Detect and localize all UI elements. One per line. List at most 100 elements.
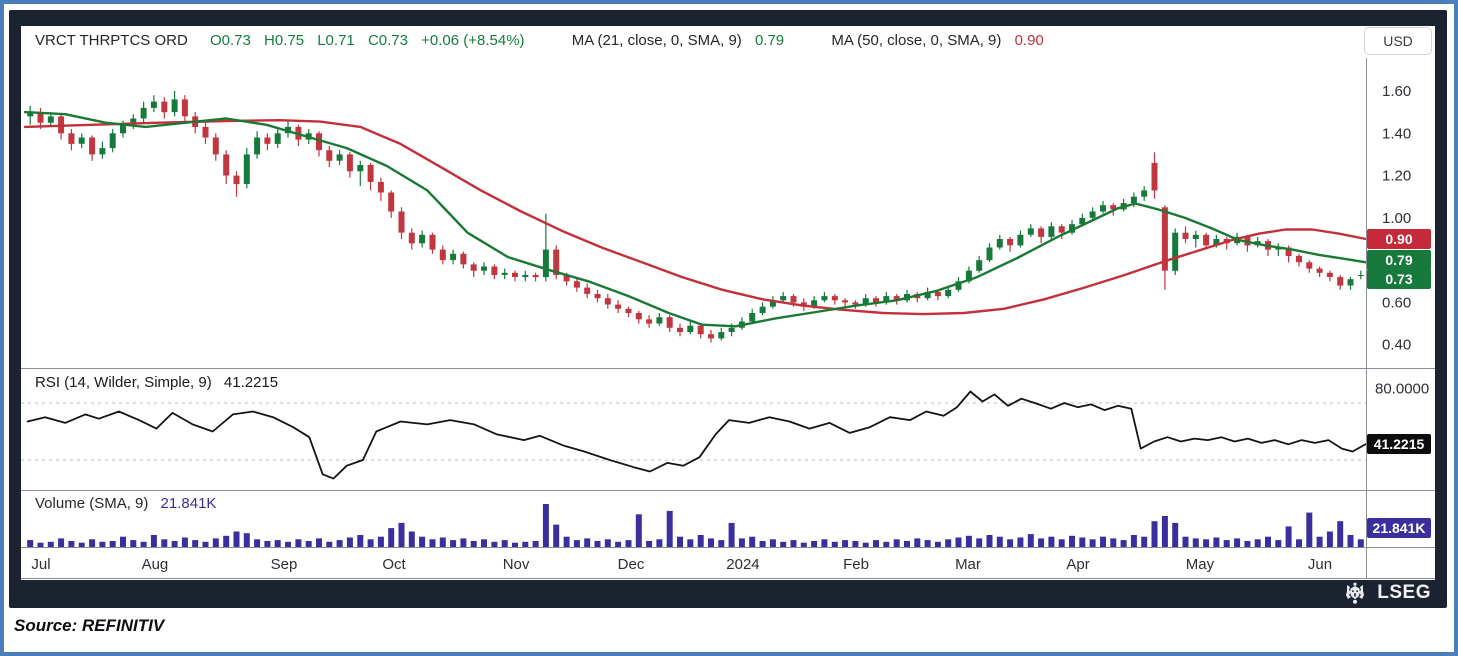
currency-selector-button[interactable]: USD <box>1364 27 1432 55</box>
ma21-legend-value: 0.79 <box>754 32 785 49</box>
volume-bar <box>254 539 261 547</box>
ma50-price-badge: 0.90 <box>1367 229 1431 249</box>
rsi-tick-label: 80.0000 <box>1375 381 1429 398</box>
candle-body <box>212 137 219 155</box>
candle-body <box>501 272 508 275</box>
candle-body <box>264 137 271 144</box>
ma50-legend-label: MA (50, close, 0, SMA, 9) <box>831 32 1002 49</box>
volume-bar <box>852 541 859 547</box>
volume-bar <box>491 541 498 547</box>
ma21-price-badge: 0.79 <box>1367 250 1431 270</box>
candle-body <box>718 332 725 339</box>
volume-bar <box>893 539 900 547</box>
volume-bar <box>924 540 931 547</box>
open-value: O0.73 <box>209 32 251 49</box>
lseg-crest-icon <box>1346 582 1365 604</box>
volume-bar <box>109 541 116 547</box>
volume-bar <box>646 541 653 547</box>
volume-bar <box>1038 538 1045 547</box>
volume-bar <box>1058 539 1065 547</box>
volume-bar <box>759 541 766 547</box>
volume-bar <box>1069 535 1075 547</box>
volume-bar <box>914 538 921 547</box>
volume-bar <box>1182 536 1189 547</box>
candle-body <box>656 317 663 324</box>
candle-body <box>780 296 787 301</box>
volume-bar <box>47 541 54 547</box>
volume-bar <box>357 535 364 547</box>
candle-body <box>728 327 735 332</box>
volume-bar <box>429 539 436 547</box>
volume-bar <box>439 537 446 547</box>
candle-body <box>976 260 983 271</box>
candle-body <box>594 294 601 299</box>
volume-bar <box>522 541 529 547</box>
volume-bar <box>377 536 384 547</box>
lseg-brand: LSEG <box>1341 580 1431 606</box>
change-value: +0.06 (+8.54%) <box>421 32 525 49</box>
volume-bar <box>656 539 663 547</box>
candle-body <box>470 264 477 271</box>
candle-body <box>439 249 446 261</box>
volume-bar <box>346 537 353 547</box>
volume-bar <box>842 540 849 547</box>
close-value: C0.73 <box>367 32 408 49</box>
rsi-line <box>26 390 1367 480</box>
volume-bar <box>604 539 611 547</box>
candle-body <box>1141 190 1148 197</box>
volume-bar <box>790 540 797 547</box>
month-tick-label: Aug <box>142 556 169 573</box>
candle-body <box>1172 232 1179 271</box>
volume-bar <box>934 541 941 547</box>
price-tick-label: 1.60 <box>1382 83 1411 100</box>
price-tick-label: 1.20 <box>1382 168 1411 185</box>
volume-bar <box>1234 538 1241 547</box>
volume-bar <box>573 540 580 547</box>
candle-body <box>1326 272 1333 277</box>
volume-bar <box>594 541 601 547</box>
volume-label: Volume (SMA, 9) <box>35 495 149 512</box>
candle-body <box>1100 205 1106 212</box>
volume-bar <box>904 541 910 547</box>
candle-body <box>99 148 106 155</box>
candle-body <box>532 275 539 278</box>
candle-body <box>254 137 261 155</box>
high-value: H0.75 <box>264 32 305 49</box>
candle-body <box>625 308 632 313</box>
rsi-value-badge: 41.2215 <box>1367 434 1431 454</box>
candle-body <box>615 304 622 309</box>
volume-bar <box>140 541 147 547</box>
candle-body <box>522 275 529 278</box>
source-attribution: Source: REFINITIV <box>14 616 165 635</box>
month-tick-label: Mar <box>955 556 981 573</box>
volume-bar <box>1172 522 1179 547</box>
candle-body <box>934 291 941 297</box>
month-tick-label: Dec <box>618 556 645 573</box>
volume-bar <box>687 539 694 547</box>
candle-body <box>481 266 487 271</box>
candle-body <box>1038 228 1045 237</box>
candle-body <box>367 165 374 182</box>
ticker-label: VRCT THRPTCS ORD <box>35 32 188 49</box>
ma50-legend-value: 0.90 <box>1014 32 1044 49</box>
volume-bar <box>1027 534 1034 547</box>
candle-body <box>326 150 333 161</box>
volume-bar <box>1161 516 1168 547</box>
price-tick-label: 1.00 <box>1382 210 1411 227</box>
volume-bar <box>1357 539 1364 547</box>
volume-bar <box>553 524 560 547</box>
volume-bar <box>1048 536 1055 547</box>
volume-bar <box>1337 521 1344 547</box>
candle-body <box>150 101 157 108</box>
volume-bar <box>584 538 591 547</box>
candle-body <box>1357 275 1364 276</box>
chart-plot[interactable]: 1.60 1.40 1.20 1.00 0.60 0.40 80.0000 Jul Aug Sep… <box>21 58 1435 580</box>
candle-body <box>852 302 859 305</box>
volume-bar <box>1130 535 1137 547</box>
volume-bar <box>976 538 983 547</box>
volume-bar <box>37 542 44 547</box>
candle-body <box>1337 277 1344 286</box>
candle-body <box>1130 196 1137 203</box>
volume-bar <box>1192 538 1199 547</box>
volume-bar <box>1120 540 1127 547</box>
